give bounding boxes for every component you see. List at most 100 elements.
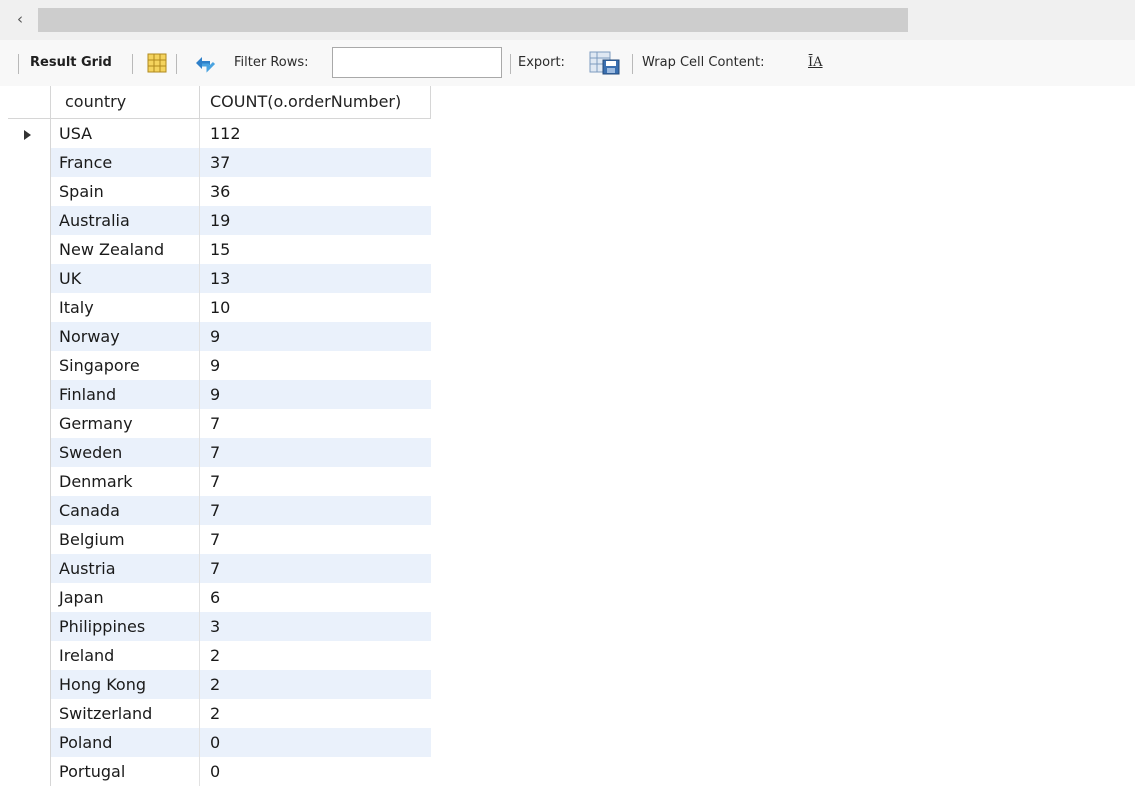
- cell-order-count[interactable]: 7: [199, 525, 431, 554]
- row-indicator[interactable]: [8, 641, 51, 670]
- row-indicator[interactable]: [8, 496, 51, 525]
- cell-country[interactable]: Philippines: [50, 612, 200, 641]
- cell-order-count[interactable]: 2: [199, 641, 431, 670]
- row-indicator[interactable]: [8, 699, 51, 728]
- filter-rows-input[interactable]: [332, 47, 502, 78]
- horizontal-scrollbar[interactable]: ‹: [0, 0, 1135, 40]
- cell-country[interactable]: USA: [50, 118, 200, 148]
- row-indicator[interactable]: [8, 235, 51, 264]
- scroll-left-icon[interactable]: ‹: [10, 8, 30, 30]
- row-indicator[interactable]: [8, 670, 51, 699]
- cell-country[interactable]: Denmark: [50, 467, 200, 496]
- cell-country[interactable]: Ireland: [50, 641, 200, 670]
- table-row[interactable]: Japan 6: [8, 583, 431, 612]
- cell-country[interactable]: Hong Kong: [50, 670, 200, 699]
- cell-order-count[interactable]: 9: [199, 380, 431, 409]
- cell-order-count[interactable]: 2: [199, 670, 431, 699]
- cell-order-count[interactable]: 7: [199, 467, 431, 496]
- row-indicator[interactable]: [8, 612, 51, 641]
- cell-country[interactable]: France: [50, 148, 200, 177]
- cell-country[interactable]: UK: [50, 264, 200, 293]
- cell-country[interactable]: Sweden: [50, 438, 200, 467]
- table-row[interactable]: Ireland 2: [8, 641, 431, 670]
- cell-order-count[interactable]: 13: [199, 264, 431, 293]
- column-header-country[interactable]: country: [50, 86, 200, 119]
- cell-order-count[interactable]: 36: [199, 177, 431, 206]
- cell-order-count[interactable]: 19: [199, 206, 431, 235]
- table-row[interactable]: Austria 7: [8, 554, 431, 583]
- table-row[interactable]: USA 112: [8, 118, 431, 148]
- row-indicator[interactable]: [8, 438, 51, 467]
- cell-order-count[interactable]: 7: [199, 554, 431, 583]
- row-indicator[interactable]: [8, 322, 51, 351]
- row-indicator[interactable]: [8, 728, 51, 757]
- grid-layout-icon[interactable]: [146, 52, 168, 74]
- row-indicator[interactable]: [8, 583, 51, 612]
- table-row[interactable]: Denmark 7: [8, 467, 431, 496]
- cell-country[interactable]: Portugal: [50, 757, 200, 786]
- cell-country[interactable]: Belgium: [50, 525, 200, 554]
- table-row[interactable]: Australia 19: [8, 206, 431, 235]
- wrap-text-icon[interactable]: ĪA: [808, 54, 830, 72]
- cell-country[interactable]: Japan: [50, 583, 200, 612]
- cell-country[interactable]: Norway: [50, 322, 200, 351]
- row-indicator[interactable]: [8, 264, 51, 293]
- table-row[interactable]: Belgium 7: [8, 525, 431, 554]
- row-indicator[interactable]: [8, 525, 51, 554]
- cell-order-count[interactable]: 37: [199, 148, 431, 177]
- cell-order-count[interactable]: 3: [199, 612, 431, 641]
- cell-order-count[interactable]: 9: [199, 322, 431, 351]
- row-indicator[interactable]: [8, 351, 51, 380]
- table-row[interactable]: France 37: [8, 148, 431, 177]
- cell-country[interactable]: New Zealand: [50, 235, 200, 264]
- table-row[interactable]: Hong Kong 2: [8, 670, 431, 699]
- table-row[interactable]: Philippines 3: [8, 612, 431, 641]
- cell-order-count[interactable]: 2: [199, 699, 431, 728]
- cell-order-count[interactable]: 112: [199, 118, 431, 148]
- row-indicator[interactable]: [8, 293, 51, 322]
- cell-country[interactable]: Switzerland: [50, 699, 200, 728]
- table-row[interactable]: UK 13: [8, 264, 431, 293]
- row-indicator[interactable]: [8, 554, 51, 583]
- table-row[interactable]: Spain 36: [8, 177, 431, 206]
- row-indicator[interactable]: [8, 757, 51, 786]
- cell-country[interactable]: Germany: [50, 409, 200, 438]
- export-icon[interactable]: [588, 50, 622, 76]
- cell-order-count[interactable]: 7: [199, 496, 431, 525]
- result-grid-tab[interactable]: Result Grid: [30, 40, 112, 86]
- cell-order-count[interactable]: 0: [199, 728, 431, 757]
- row-indicator[interactable]: [8, 206, 51, 235]
- row-indicator[interactable]: [8, 148, 51, 177]
- cell-order-count[interactable]: 10: [199, 293, 431, 322]
- cell-country[interactable]: Poland: [50, 728, 200, 757]
- refresh-icon[interactable]: [192, 52, 218, 74]
- cell-order-count[interactable]: 9: [199, 351, 431, 380]
- cell-order-count[interactable]: 0: [199, 757, 431, 786]
- table-row[interactable]: Poland 0: [8, 728, 431, 757]
- cell-order-count[interactable]: 6: [199, 583, 431, 612]
- table-row[interactable]: Sweden 7: [8, 438, 431, 467]
- table-row[interactable]: Canada 7: [8, 496, 431, 525]
- table-row[interactable]: Portugal 0: [8, 757, 431, 786]
- row-indicator[interactable]: [8, 409, 51, 438]
- cell-country[interactable]: Austria: [50, 554, 200, 583]
- cell-country[interactable]: Finland: [50, 380, 200, 409]
- cell-country[interactable]: Spain: [50, 177, 200, 206]
- cell-order-count[interactable]: 15: [199, 235, 431, 264]
- table-row[interactable]: Switzerland 2: [8, 699, 431, 728]
- cell-order-count[interactable]: 7: [199, 438, 431, 467]
- cell-country[interactable]: Singapore: [50, 351, 200, 380]
- cell-country[interactable]: Canada: [50, 496, 200, 525]
- table-row[interactable]: Singapore 9: [8, 351, 431, 380]
- row-indicator[interactable]: [8, 467, 51, 496]
- row-indicator[interactable]: [8, 177, 51, 206]
- cell-country[interactable]: Italy: [50, 293, 200, 322]
- table-row[interactable]: Norway 9: [8, 322, 431, 351]
- table-row[interactable]: Finland 9: [8, 380, 431, 409]
- table-row[interactable]: Italy 10: [8, 293, 431, 322]
- row-indicator[interactable]: [8, 118, 51, 148]
- table-row[interactable]: Germany 7: [8, 409, 431, 438]
- scrollbar-thumb[interactable]: [38, 8, 908, 32]
- cell-order-count[interactable]: 7: [199, 409, 431, 438]
- column-header-count[interactable]: COUNT(o.orderNumber): [199, 86, 431, 119]
